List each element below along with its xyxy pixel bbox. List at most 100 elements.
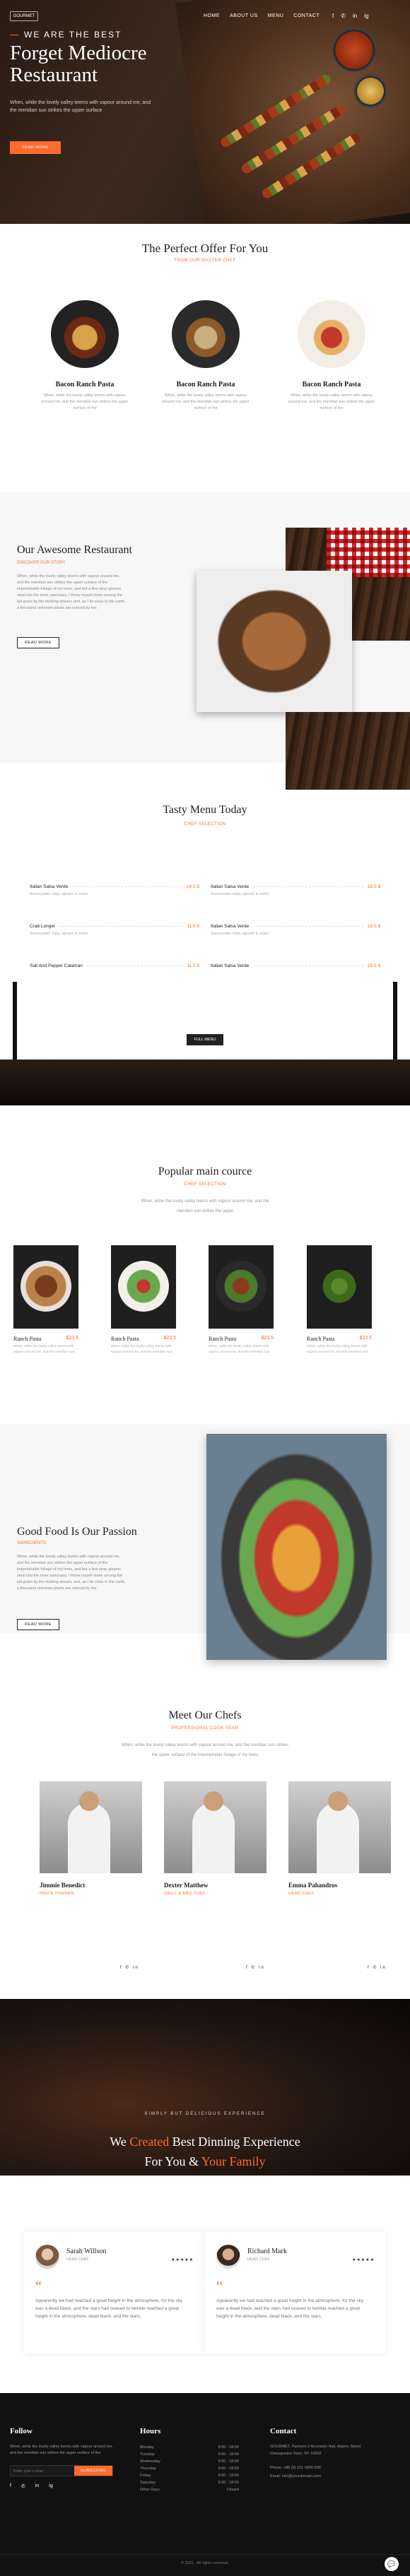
newsletter-form: SUBSCRIBE <box>10 2465 113 2476</box>
passion-text: When, while the lovely valley teems with… <box>17 1555 126 1591</box>
popular-card-text: When, while the lovely valley teems with… <box>307 1345 368 1354</box>
menu-item-name: Italian Salsa Verde <box>211 963 250 968</box>
avatar <box>35 2245 59 2269</box>
popular-card-name: Ranch Pasta <box>111 1336 139 1342</box>
popular-card[interactable]: Ranch Pasta $23.5 When, while the lovely … <box>307 1245 372 1355</box>
hours-list: Monday 9:00 - 18:00 Tuesday 9:00 - 18:00 W… <box>140 2445 239 2495</box>
chef-role: PASTA TRAINER <box>40 1892 74 1896</box>
hero-section: GOURMET HOME ABOUT US MENU CONTACT f ✆ i… <box>0 0 410 224</box>
hero-text: When, while the lovely valley teems with… <box>10 100 151 113</box>
awesome-subtitle: DISCOVER OUR STORY <box>17 561 66 565</box>
instagram-icon[interactable]: ig <box>49 2483 52 2489</box>
chef-card[interactable]: Dexter Matthew GRILL & BBQ CHEF <box>164 1781 266 1896</box>
menu-item[interactable]: Crab Longer 11.5 $ Sweet potato chips, sp… <box>30 924 199 936</box>
menu-item-price: 18.5 $ <box>186 884 199 889</box>
menu-item-dots <box>253 926 363 927</box>
chat-icon[interactable]: 💬 <box>385 2557 399 2571</box>
logo[interactable]: GOURMET <box>10 11 38 21</box>
footer-social: f ✆ in ig <box>10 2483 53 2489</box>
hours-row: Friday 9:00 - 18:00 <box>140 2474 239 2478</box>
offer-card-text: When, while the lovely valley teems with… <box>288 393 375 410</box>
contact-phone[interactable]: Phone: +88 (0) 101 0000 000 <box>270 2465 397 2471</box>
popular-text: meridian sun strikes the upper <box>176 1209 234 1213</box>
instagram-icon[interactable]: ig <box>364 13 368 19</box>
facebook-icon[interactable]: f <box>332 13 334 19</box>
dish-image <box>13 1245 78 1329</box>
testimonial-card: Richard Mark HEAD CHEF ★★★★★ “ Apparentl… <box>205 2232 386 2354</box>
passion-title: Good Food Is Our Passion <box>17 1526 137 1538</box>
dish-image <box>209 1245 274 1329</box>
menu-item[interactable]: Salt And Pepper Calamari 11.5 $ <box>30 963 199 968</box>
nav-contact[interactable]: CONTACT <box>293 13 320 18</box>
cta-text: Best Dinning Experience <box>169 2135 300 2149</box>
chef-role: HEAD CHEF <box>288 1892 315 1896</box>
menu-item-desc: Sweet potato chips, spinach & rocket <box>30 932 88 936</box>
menu-title: Tasty Menu Today <box>163 804 247 816</box>
rating-stars-icon: ★★★★★ <box>171 2258 194 2262</box>
avatar <box>216 2245 240 2269</box>
offer-card[interactable]: Bacon Ranch Pasta When, while the lovely… <box>282 300 381 412</box>
twitter-icon[interactable]: ✆ <box>21 2483 25 2489</box>
passion-read-more-button[interactable]: READ MORE <box>17 1619 59 1630</box>
menu-item-price: 11.5 $ <box>187 924 199 929</box>
menu-item[interactable]: Italian Salsa Verde 18.5 $ Sweet potato c… <box>211 884 380 896</box>
dish-image <box>111 1245 176 1329</box>
testimonial-role: HEAD CHEF <box>247 2257 270 2262</box>
contact-email[interactable]: Email: info@yourdomain.com <box>270 2474 397 2480</box>
nav-home[interactable]: HOME <box>204 13 220 18</box>
offer-card-title: Bacon Ranch Pasta <box>176 381 235 388</box>
full-menu-button[interactable]: FULL MENU <box>187 1034 223 1045</box>
linkedin-icon[interactable]: in <box>35 2483 39 2489</box>
copyright-text: © 2021 - All rights reserved. <box>181 2561 229 2565</box>
chef-social-icons[interactable]: f ✆ in <box>368 1965 387 1970</box>
chef-card[interactable]: Jimmie Benedict PASTA TRAINER <box>40 1781 142 1896</box>
popular-card-price: $23.5 <box>261 1336 274 1341</box>
menu-item-name: Italian Salsa Verde <box>211 884 250 889</box>
popular-card[interactable]: Ranch Pasta $23.5 When, while the lovely … <box>13 1245 78 1355</box>
sauce-bowl-image <box>332 28 376 72</box>
popular-card-price: $23.5 <box>66 1336 78 1341</box>
testimonial-name: Richard Mark <box>247 2248 287 2255</box>
menu-item[interactable]: Italian Salsa Verde 18.5 $ Sweet potato c… <box>30 884 199 896</box>
menu-item[interactable]: Italian Salsa Verde 18.5 $ Sweet potato c… <box>211 924 380 936</box>
hero-kicker-text: WE ARE THE BEST <box>24 30 122 40</box>
hero-read-more-button[interactable]: READ MORE <box>10 141 61 154</box>
passion-dish-photo <box>206 1434 387 1660</box>
cta-text: For You & <box>144 2154 201 2168</box>
nav-about[interactable]: ABOUT US <box>230 13 258 18</box>
facebook-icon[interactable]: f <box>10 2483 11 2489</box>
subscribe-button[interactable]: SUBSCRIBE <box>74 2466 112 2476</box>
popular-card[interactable]: Ranch Pasta $23.5 When, while the lovely … <box>111 1245 176 1355</box>
testimonial-role: HEAD CHEF <box>66 2257 89 2262</box>
menu-item-price: 18.5 $ <box>367 884 380 889</box>
footer-contact-title: Contact <box>270 2427 297 2435</box>
popular-card-text: When, while the lovely valley teems with… <box>13 1345 75 1354</box>
popular-card-text: When, while the lovely valley teems with… <box>111 1345 172 1354</box>
offer-card[interactable]: Bacon Ranch Pasta When, while the lovely… <box>156 300 255 412</box>
chef-social-icons[interactable]: f ✆ in <box>246 1965 265 1970</box>
awesome-text: When, while the lovely valley teems with… <box>17 574 126 610</box>
passion-subtitle: INGREDIENTS <box>17 1541 47 1545</box>
footer-follow-text: When, while the lovely valley teems with… <box>10 2445 113 2455</box>
popular-card-text: When, while the lovely valley teems with… <box>209 1345 270 1354</box>
awesome-read-more-button[interactable]: READ MORE <box>17 637 59 648</box>
hero-title: Forget Mediocre Restaurant <box>10 42 147 86</box>
chef-social-icons[interactable]: f ✆ in <box>120 1965 139 1970</box>
menu-item-dots <box>72 886 182 887</box>
dish-image <box>51 300 119 368</box>
nav-menu[interactable]: MENU <box>268 13 284 18</box>
menu-frame-right <box>393 982 397 1061</box>
popular-title: Popular main cource <box>158 1165 252 1177</box>
menu-item-price: 11.5 $ <box>187 963 199 968</box>
menu-item-price: 18.5 $ <box>367 963 380 968</box>
hours-row: Saturday 9:00 - 18:00 <box>140 2481 239 2485</box>
popular-card[interactable]: Ranch Pasta $23.5 When, while the lovely … <box>209 1245 274 1355</box>
twitter-icon[interactable]: ✆ <box>341 13 346 19</box>
email-input[interactable] <box>13 2467 70 2476</box>
linkedin-icon[interactable]: in <box>353 13 357 19</box>
menu-subtitle: CHEF SELECTION <box>184 822 226 826</box>
offer-card[interactable]: Bacon Ranch Pasta When, while the lovely… <box>35 300 134 412</box>
menu-item[interactable]: Italian Salsa Verde 18.5 $ <box>211 963 380 968</box>
chef-card[interactable]: Emma Pahandros HEAD CHEF <box>288 1781 391 1896</box>
chef-name: Dexter Matthew <box>164 1882 209 1889</box>
